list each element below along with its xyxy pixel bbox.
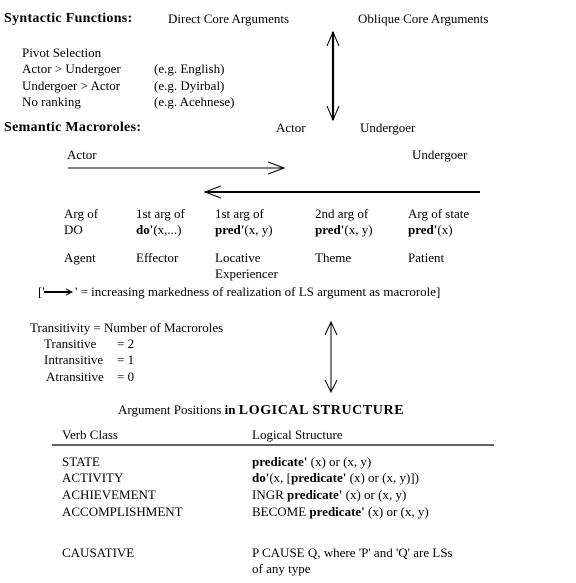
continuum-undergoer-label: Undergoer [412, 147, 468, 162]
verb-class: STATE [62, 454, 100, 469]
arg-position-line1: 1st arg of [136, 206, 185, 221]
syntactic-semantic-double-arrow [326, 30, 340, 122]
logical-structure: do'(x, [predicate' (x) or (x, y)]) [252, 470, 419, 485]
markedness-legend-text: ' = increasing markedness of realization… [75, 284, 441, 299]
pivot-selection-title: Pivot Selection [22, 45, 102, 60]
verb-class: ACTIVITY [62, 470, 124, 485]
pivot-example: (e.g. Dyirbal) [154, 78, 225, 93]
transitivity-label: Atransitive [46, 369, 104, 384]
verb-class: ACCOMPLISHMENT [62, 504, 183, 519]
direct-core-arguments: Direct Core Arguments [168, 11, 290, 26]
logical-structure: P CAUSE Q, where 'P' and 'Q' are LSs [252, 545, 453, 560]
pivot-rank: Undergoer > Actor [22, 78, 121, 93]
ls-table-title: Argument Positions in LOGICAL STRUCTURE [118, 402, 405, 418]
transitivity-title: Transitivity = Number of Macroroles [30, 320, 224, 335]
transitivity-label: Intransitive [44, 352, 104, 367]
arg-position-line1: 1st arg of [215, 206, 264, 221]
thematic-role: Patient [408, 250, 445, 265]
logical-structure-cont: of any type [252, 561, 311, 576]
oblique-core-arguments: Oblique Core Arguments [358, 11, 489, 26]
transitivity-ls-double-arrow [324, 320, 338, 394]
macrorole-actor: Actor [276, 120, 306, 135]
undergoer-left-arrow [203, 185, 480, 199]
arg-position-line1: Arg of state [408, 206, 470, 221]
arg-position-line2: pred'(x, y) [215, 222, 273, 237]
pivot-example: (e.g. Acehnese) [154, 94, 235, 109]
semantic-macroroles-heading: Semantic Macroroles: [4, 120, 142, 135]
transitivity-value: = 1 [117, 352, 135, 367]
pivot-rank: No ranking [22, 94, 81, 109]
arg-position-line1: 2nd arg of [315, 206, 369, 221]
legend-arrow-glyph [44, 288, 74, 296]
logical-structure-header: Logical Structure [252, 427, 343, 442]
thematic-role: Locative [215, 250, 261, 265]
pivot-rank: Actor > Undergoer [22, 61, 121, 76]
logical-structure: predicate' (x) or (x, y) [252, 454, 372, 469]
transitivity-value: = 0 [117, 369, 135, 384]
arg-position-line2: pred'(x, y) [315, 222, 373, 237]
thematic-role: Theme [315, 250, 352, 265]
arg-position-line2: pred'(x) [408, 222, 453, 237]
verb-class: CAUSATIVE [62, 545, 135, 560]
logical-structure: BECOME predicate' (x) or (x, y) [252, 504, 429, 519]
macrorole-undergoer: Undergoer [360, 120, 416, 135]
logical-structure: INGR predicate' (x) or (x, y) [252, 487, 407, 502]
arg-position-line2: DO [64, 222, 83, 237]
pivot-example: (e.g. English) [154, 61, 225, 76]
markedness-legend-open: [' [38, 284, 45, 299]
arg-position-line1: Arg of [64, 206, 99, 221]
thematic-role: Agent [64, 250, 96, 265]
continuum-actor-label: Actor [67, 147, 97, 162]
thematic-role: Effector [136, 250, 179, 265]
transitivity-label: Transitive [44, 336, 97, 351]
verb-class: ACHIEVEMENT [62, 487, 156, 502]
syntactic-functions-heading: Syntactic Functions: [4, 11, 133, 26]
thematic-role: Experiencer [215, 266, 278, 281]
transitivity-value: = 2 [117, 336, 135, 351]
verb-class-header: Verb Class [62, 427, 118, 442]
actor-right-arrow [68, 161, 286, 175]
arg-position-line2: do'(x,...) [136, 222, 182, 237]
